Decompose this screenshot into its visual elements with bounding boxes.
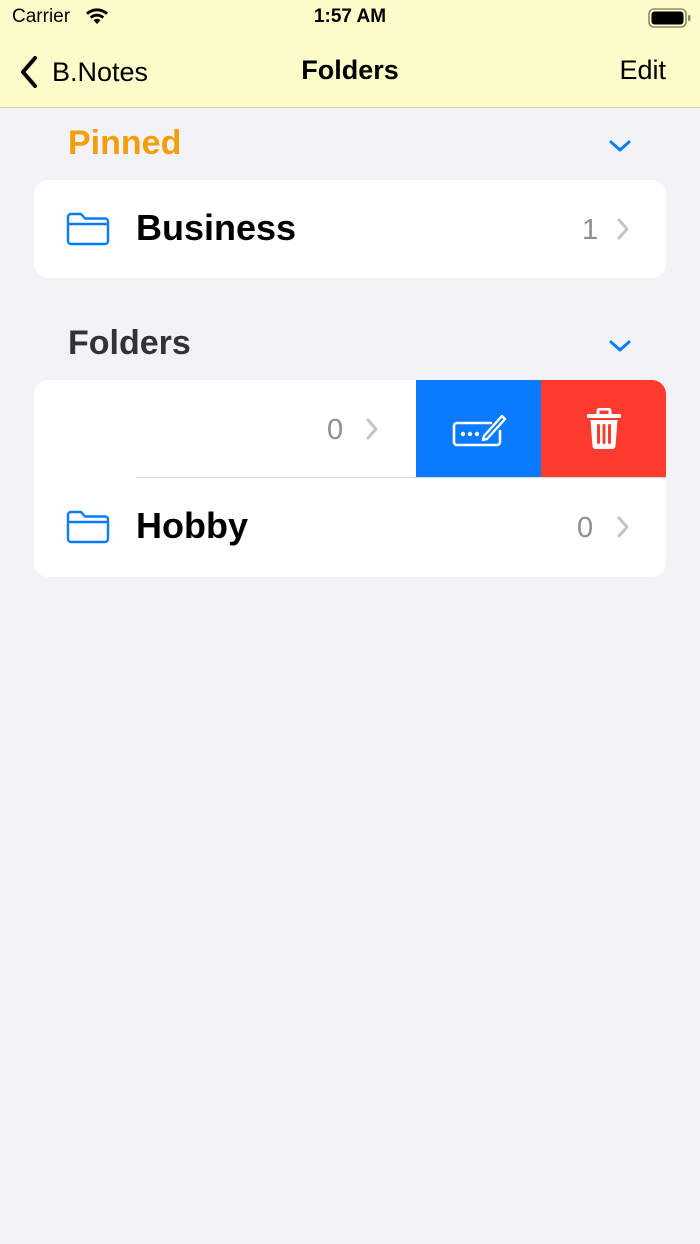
rename-folder-button[interactable]	[416, 380, 541, 478]
rename-icon	[452, 414, 506, 447]
trash-icon	[586, 408, 621, 449]
navigation-header: Carrier 1:57 AM B.Notes Folders Edit	[0, 0, 700, 108]
status-time: 1:57 AM	[313, 6, 387, 27]
chevron-down-icon[interactable]	[608, 138, 632, 154]
folder-list: 0 Hobby 0	[34, 380, 666, 577]
chevron-right-icon	[617, 516, 629, 538]
folder-row-business[interactable]: Business 1	[34, 180, 666, 278]
folder-icon	[66, 510, 110, 544]
chevron-right-icon	[617, 218, 629, 240]
edit-button[interactable]: Edit	[619, 55, 666, 86]
folder-note-count: 0	[577, 512, 594, 544]
status-bar: Carrier 1:57 AM	[0, 0, 700, 36]
folder-name: Hobby	[136, 505, 248, 546]
section-header-pinned: Pinned	[68, 124, 182, 162]
delete-folder-button[interactable]	[541, 380, 666, 478]
section-header-folders: Folders	[68, 324, 191, 362]
chevron-down-icon[interactable]	[608, 338, 632, 354]
page-title: Folders	[301, 55, 399, 85]
battery-icon	[648, 8, 691, 28]
folder-row-swiped[interactable]: 0	[34, 380, 416, 478]
folder-icon	[66, 212, 110, 246]
chevron-right-icon	[366, 418, 378, 440]
pinned-folder-list: Business 1	[34, 180, 666, 278]
folder-note-count: 1	[582, 214, 599, 246]
folder-row-hobby[interactable]: Hobby 0	[34, 478, 666, 576]
folder-note-count: 0	[327, 414, 344, 446]
folder-name: Business	[136, 207, 297, 248]
